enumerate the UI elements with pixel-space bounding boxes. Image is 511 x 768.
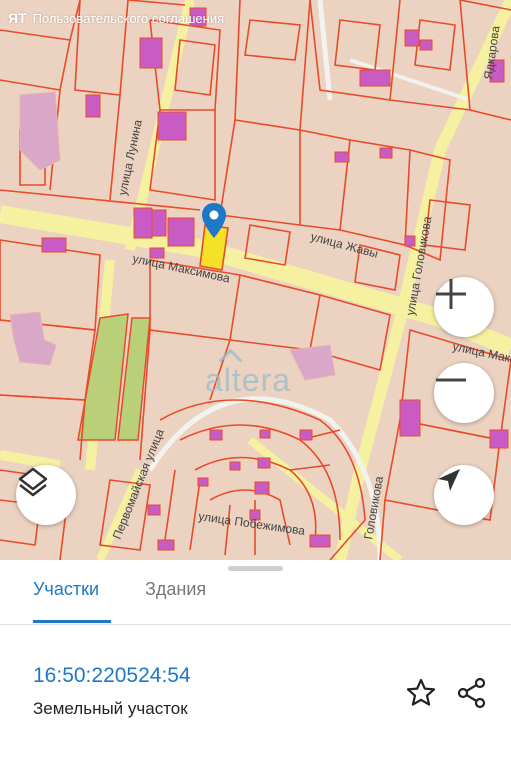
- layers-icon: [18, 467, 48, 497]
- navigation-arrow-icon: [438, 469, 460, 491]
- tab-bar: Участки Здания: [0, 574, 511, 625]
- map-attribution[interactable]: ЯТ Пользовательского соглашения: [8, 10, 224, 26]
- share-button[interactable]: [454, 675, 490, 711]
- active-tab-indicator: [33, 620, 111, 623]
- favorite-button[interactable]: [403, 675, 439, 711]
- tab-parcels[interactable]: Участки: [33, 579, 99, 600]
- attribution-text: Пользовательского соглашения: [32, 10, 225, 26]
- drag-handle[interactable]: [228, 566, 283, 571]
- map-view[interactable]: улица Максимова улица Макси улица Голови…: [0, 0, 511, 560]
- zoom-out-button[interactable]: [434, 363, 494, 423]
- my-location-button[interactable]: [434, 465, 494, 525]
- object-type-label: Земельный участок: [33, 699, 188, 718]
- star-icon: [406, 678, 436, 706]
- minus-icon: [436, 378, 466, 382]
- tab-buildings[interactable]: Здания: [145, 579, 206, 600]
- plus-icon: [436, 279, 466, 309]
- yandex-logo: ЯТ: [8, 10, 27, 26]
- info-panel: Участки Здания 16:50:220524:54 Земельный…: [0, 560, 511, 768]
- layers-button[interactable]: [16, 465, 76, 525]
- cadastral-number-link[interactable]: 16:50:220524:54: [33, 664, 191, 688]
- share-icon: [457, 677, 486, 709]
- altera-watermark: altera: [205, 362, 292, 398]
- zoom-in-button[interactable]: [434, 277, 494, 337]
